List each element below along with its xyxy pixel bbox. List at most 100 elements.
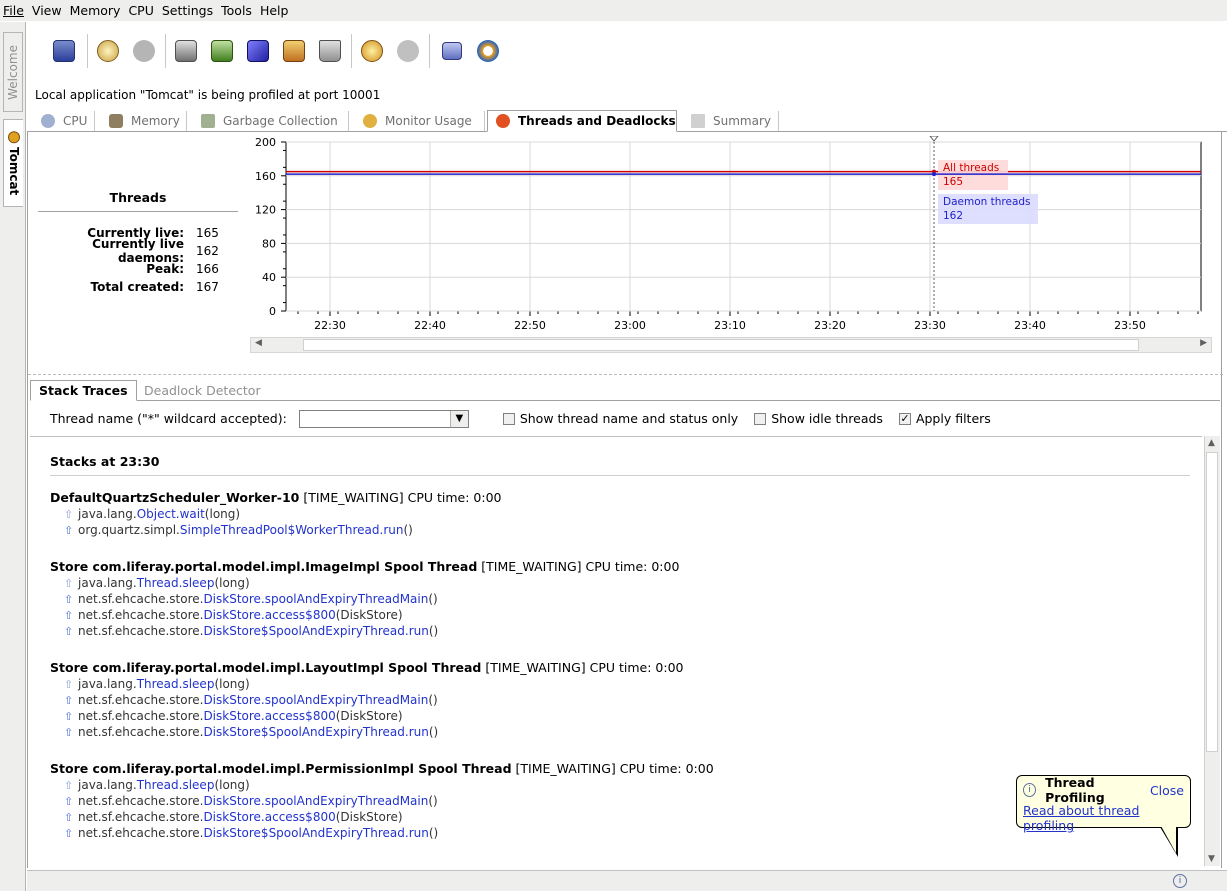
up-arrow-icon: ⇧ <box>64 592 74 606</box>
thread-state: [TIME_WAITING] CPU time: 0:00 <box>511 761 714 776</box>
garbage-icon <box>201 114 215 128</box>
frame-method-link[interactable]: DiskStore.spoolAndExpiryThreadMain <box>203 794 428 808</box>
thread-entry: DefaultQuartzScheduler_Worker-10 [TIME_W… <box>50 490 1202 538</box>
menu-view[interactable]: View <box>32 3 62 18</box>
checkbox-box[interactable] <box>502 412 515 425</box>
chart-horizontal-scrollbar[interactable]: ◀ ▶ <box>250 337 1212 353</box>
scroll-up-icon[interactable]: ▲ <box>1208 438 1215 448</box>
thread-dump-icon[interactable] <box>279 36 309 66</box>
menu-help[interactable]: Help <box>260 3 289 18</box>
stack-frame[interactable]: ⇧ net.sf.ehcache.store. DiskStore.access$8… <box>50 607 1202 623</box>
read-about-link[interactable]: Read about thread profiling <box>1023 803 1139 833</box>
run-gc-icon[interactable] <box>93 36 123 66</box>
up-arrow-icon: ⇧ <box>64 677 74 691</box>
tab-cpu[interactable]: CPU <box>33 111 95 131</box>
show-name-status-checkbox[interactable]: Show thread name and status only <box>502 411 738 426</box>
apply-filters-checkbox[interactable]: ✓ Apply filters <box>898 411 991 426</box>
import-icon[interactable] <box>207 36 237 66</box>
scroll-right-icon[interactable]: ▶ <box>1200 338 1207 348</box>
settings-icon[interactable] <box>357 36 387 66</box>
frame-method-link[interactable]: DiskStore$SpoolAndExpiryThread.run <box>203 826 428 840</box>
side-tab-tomcat[interactable]: Tomcat <box>3 119 23 207</box>
stack-frame[interactable]: ⇧ java.lang. Object.wait (long) <box>50 506 1202 522</box>
thread-name: DefaultQuartzScheduler_Worker-10 <box>50 490 300 505</box>
frame-args: (DiskStore) <box>335 709 403 723</box>
frame-package: org.quartz.simpl. <box>78 523 180 537</box>
tab-threads-and-deadlocks[interactable]: Threads and Deadlocks <box>487 110 677 132</box>
menu-cpu[interactable]: CPU <box>128 3 153 18</box>
side-tab-welcome[interactable]: Welcome <box>3 32 23 112</box>
stack-frame[interactable]: ⇧ net.sf.ehcache.store. DiskStore$SpoolAnd… <box>50 724 1202 740</box>
frame-method-link[interactable]: Object.wait <box>137 507 205 521</box>
frame-method-link[interactable]: DiskStore$SpoolAndExpiryThread.run <box>203 624 428 638</box>
frame-method-link[interactable]: DiskStore$SpoolAndExpiryThread.run <box>203 725 428 739</box>
gear-disabled-icon[interactable] <box>393 36 423 66</box>
export-icon[interactable] <box>171 36 201 66</box>
menu-settings[interactable]: Settings <box>162 3 213 18</box>
tab-deadlock-detector[interactable]: Deadlock Detector <box>136 380 269 401</box>
plot-area <box>285 141 1202 312</box>
stacks-title: Stacks at 23:30 <box>50 454 1190 476</box>
scroll-thumb[interactable] <box>303 339 1139 351</box>
up-arrow-icon: ⇧ <box>64 608 74 622</box>
scroll-down-icon[interactable]: ▼ <box>1208 854 1215 864</box>
menu-tools[interactable]: Tools <box>221 3 252 18</box>
thread-profiling-balloon: i Thread Profiling Close Read about thre… <box>1016 775 1191 833</box>
stack-frame[interactable]: ⇧ net.sf.ehcache.store. DiskStore$SpoolAnd… <box>50 623 1202 639</box>
frame-args: (long) <box>214 778 250 792</box>
legend-series-value: 165 <box>943 176 963 188</box>
tab-summary[interactable]: Summary <box>683 111 779 131</box>
x-tick-label: 23:50 <box>1114 319 1146 332</box>
stack-frame[interactable]: ⇧ org.quartz.simpl. SimpleThreadPool$Worke… <box>50 522 1202 538</box>
tab-monitor-usage[interactable]: Monitor Usage <box>355 111 485 131</box>
thread-name: Store com.liferay.portal.model.impl.Perm… <box>50 761 512 776</box>
frame-method-link[interactable]: Thread.sleep <box>137 576 215 590</box>
frame-method-link[interactable]: DiskStore.access$800 <box>203 810 335 824</box>
frame-package: net.sf.ehcache.store. <box>78 709 204 723</box>
menu-memory[interactable]: Memory <box>70 3 121 18</box>
scroll-left-icon[interactable]: ◀ <box>255 338 262 348</box>
tab-stack-traces[interactable]: Stack Traces <box>30 380 137 401</box>
frame-method-link[interactable]: DiskStore.access$800 <box>203 608 335 622</box>
book-icon[interactable] <box>243 36 273 66</box>
vertical-scrollbar[interactable]: ▲ ▼ <box>1204 436 1220 866</box>
y-tick-label: 80 <box>262 237 276 250</box>
tab-memory[interactable]: Memory <box>101 111 187 131</box>
stat-value: 165 <box>196 226 219 240</box>
checkmark-icon[interactable]: ✓ <box>898 412 911 425</box>
pause-icon[interactable] <box>437 36 467 66</box>
frame-method-link[interactable]: Thread.sleep <box>137 778 215 792</box>
memory-snapshot-icon[interactable] <box>129 36 159 66</box>
stack-frame[interactable]: ⇧ net.sf.ehcache.store. DiskStore.spoolAnd… <box>50 692 1202 708</box>
thread-name-combobox[interactable]: ▼ <box>298 409 469 428</box>
x-tick-label: 23:30 <box>914 319 946 332</box>
refresh-icon[interactable] <box>473 36 503 66</box>
chevron-down-icon[interactable]: ▼ <box>449 410 468 427</box>
thread-header: DefaultQuartzScheduler_Worker-10 [TIME_W… <box>50 490 1202 506</box>
frame-package: net.sf.ehcache.store. <box>78 624 204 638</box>
frame-method-link[interactable]: SimpleThreadPool$WorkerThread.run <box>180 523 404 537</box>
stack-frame[interactable]: ⇧ java.lang. Thread.sleep (long) <box>50 676 1202 692</box>
balloon-close-link[interactable]: Close <box>1150 783 1184 798</box>
split-divider[interactable] <box>28 374 1223 378</box>
save-snapshot-icon[interactable] <box>49 36 79 66</box>
side-tab-strip: Welcome Tomcat <box>0 22 26 891</box>
menu-file[interactable]: File <box>3 3 24 18</box>
frame-method-link[interactable]: DiskStore.access$800 <box>203 709 335 723</box>
frame-method-link[interactable]: DiskStore.spoolAndExpiryThreadMain <box>203 693 428 707</box>
thread-name-label: Thread name ("*" wildcard accepted): <box>50 411 287 426</box>
frame-method-link[interactable]: DiskStore.spoolAndExpiryThreadMain <box>203 592 428 606</box>
notification-icon[interactable]: i <box>1173 874 1187 888</box>
frame-args: (long) <box>204 507 241 521</box>
stack-frame[interactable]: ⇧ java.lang. Thread.sleep (long) <box>50 575 1202 591</box>
scroll-thumb[interactable] <box>1206 452 1218 752</box>
toolbar-separator <box>429 34 430 68</box>
checkbox-box[interactable] <box>754 412 767 425</box>
stack-frame[interactable]: ⇧ net.sf.ehcache.store. DiskStore.access$8… <box>50 708 1202 724</box>
frame-args: () <box>428 693 438 707</box>
tab-garbage-collection[interactable]: Garbage Collection <box>193 111 349 131</box>
trash-icon[interactable] <box>315 36 345 66</box>
frame-method-link[interactable]: Thread.sleep <box>137 677 215 691</box>
stack-frame[interactable]: ⇧ net.sf.ehcache.store. DiskStore.spoolAnd… <box>50 591 1202 607</box>
show-idle-threads-checkbox[interactable]: Show idle threads <box>754 411 883 426</box>
